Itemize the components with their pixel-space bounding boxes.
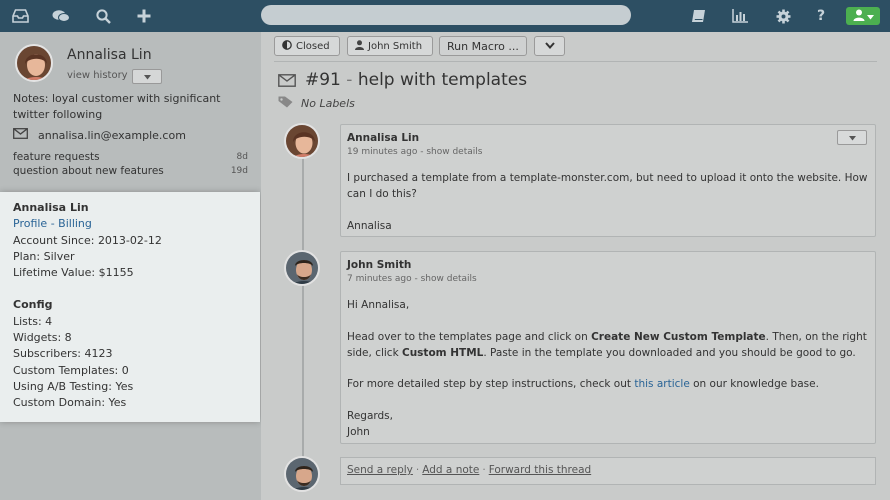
config-heading: Config: [13, 298, 53, 312]
email-text[interactable]: annalisa.lin@example.com: [38, 129, 186, 142]
message-actions-dropdown[interactable]: [837, 130, 867, 145]
config-item: Subscribers: 4123: [13, 347, 113, 361]
run-macro-label: Run Macro ...: [447, 39, 519, 53]
show-details-link[interactable]: show details: [421, 274, 477, 284]
forward-thread-link[interactable]: Forward this thread: [489, 464, 591, 476]
add-note-link[interactable]: Add a note: [422, 464, 479, 476]
send-reply-link[interactable]: Send a reply: [347, 464, 413, 476]
view-history-dropdown[interactable]: [132, 69, 162, 84]
help-icon[interactable]: ?: [812, 7, 830, 25]
message-paragraph: For more detailed step by step instructi…: [347, 378, 819, 390]
message-time: 7 minutes ago: [347, 274, 412, 284]
assignee-label: John Smith: [368, 40, 423, 52]
caret-down-icon: [848, 130, 856, 146]
message-meta: 7 minutes ago - show details: [347, 274, 477, 284]
profile-billing-link[interactable]: Profile - Billing: [13, 216, 247, 232]
labels-text: No Labels: [301, 97, 355, 110]
conversation-subject: question about new features: [13, 165, 164, 177]
run-macro-select[interactable]: Run Macro ...: [439, 36, 527, 56]
article-link[interactable]: this article: [634, 378, 689, 390]
gear-icon[interactable]: [774, 7, 792, 25]
customer-avatar: [15, 44, 53, 82]
show-details-link[interactable]: show details: [426, 147, 482, 157]
search-input[interactable]: [261, 5, 631, 25]
message-time: 19 minutes ago: [347, 147, 418, 157]
config-item: Lists: 4: [13, 314, 53, 328]
customer-name: Annalisa Lin: [67, 47, 152, 63]
user-menu-button[interactable]: [846, 7, 880, 25]
config-item: Using A/B Testing: Yes: [13, 379, 134, 393]
chat-icon[interactable]: [52, 7, 70, 25]
search-icon[interactable]: [94, 7, 112, 25]
account-since: Account Since: 2013-02-12: [13, 233, 162, 247]
plus-icon[interactable]: [135, 7, 153, 25]
chevron-down-icon: [544, 41, 555, 52]
message-paragraph: Annalisa: [347, 219, 392, 232]
ticket-labels[interactable]: No Labels: [278, 96, 355, 111]
config-item: Custom Templates: 0: [13, 363, 129, 377]
message-avatar: [284, 250, 320, 286]
ticket-subject: help with templates: [357, 70, 528, 90]
conversation-item[interactable]: question about new features 19d: [13, 165, 248, 177]
envelope-icon: [278, 74, 296, 90]
book-icon[interactable]: [689, 7, 707, 25]
half-circle-icon: [282, 39, 292, 53]
chevron-down-icon: [866, 10, 874, 23]
customer-email: annalisa.lin@example.com: [13, 128, 186, 142]
inbox-icon[interactable]: [11, 7, 29, 25]
status-button[interactable]: Closed: [274, 36, 340, 56]
config-item: Custom Domain: Yes: [13, 396, 127, 410]
view-history-label[interactable]: view history: [67, 70, 128, 81]
message-paragraph: Hi Annalisa,: [347, 299, 410, 311]
ticket-panel: Closed John Smith Run Macro ... #91 - he…: [261, 32, 890, 500]
message-avatar: [284, 123, 320, 159]
title-separator: -: [340, 70, 358, 90]
message-meta: 19 minutes ago - show details: [347, 147, 483, 157]
conversation-age: 19d: [230, 166, 248, 176]
profile-name: Annalisa Lin: [13, 201, 89, 214]
plan: Plan: Silver: [13, 249, 75, 263]
top-nav-bar: ?: [0, 0, 890, 32]
assignee-button[interactable]: John Smith: [347, 36, 433, 56]
message-paragraph: Head over to the templates page and clic…: [347, 330, 867, 359]
more-actions-button[interactable]: [534, 36, 565, 56]
ticket-title: #91 - help with templates: [305, 70, 527, 90]
message-card: John Smith 7 minutes ago - show details …: [340, 251, 876, 444]
lifetime-value: Lifetime Value: $1155: [13, 266, 134, 280]
thread-timeline: [302, 132, 304, 472]
status-label: Closed: [296, 40, 330, 52]
reply-avatar: [284, 456, 320, 492]
message-paragraph: I purchased a template from a template-m…: [347, 172, 868, 200]
user-icon: [355, 39, 364, 53]
customer-profile-card: Annalisa Lin Profile - Billing Account S…: [0, 192, 260, 422]
reply-bar: Send a reply · Add a note · Forward this thr…: [340, 457, 876, 485]
tag-icon: [278, 96, 293, 111]
customer-sidebar: Annalisa Lin view history Notes: loyal c…: [0, 32, 261, 500]
toolbar-divider: [274, 61, 877, 62]
message-card: Annalisa Lin 19 minutes ago - show detai…: [340, 124, 876, 237]
user-icon: [853, 9, 865, 24]
caret-down-icon: [143, 70, 151, 83]
message-body: Hi Annalisa, Head over to the templates …: [347, 297, 869, 440]
customer-notes: Notes: loyal customer with significant t…: [13, 92, 221, 121]
conversation-subject: feature requests: [13, 151, 100, 163]
config-item: Widgets: 8: [13, 331, 72, 345]
bar-chart-icon[interactable]: [731, 7, 749, 25]
conversation-item[interactable]: feature requests 8d: [13, 151, 248, 163]
message-paragraph: Regards, John: [347, 409, 393, 438]
ticket-number: #91: [305, 70, 341, 90]
message-body: I purchased a template from a template-m…: [347, 170, 869, 234]
envelope-icon: [13, 128, 28, 142]
conversation-age: 8d: [236, 152, 248, 162]
